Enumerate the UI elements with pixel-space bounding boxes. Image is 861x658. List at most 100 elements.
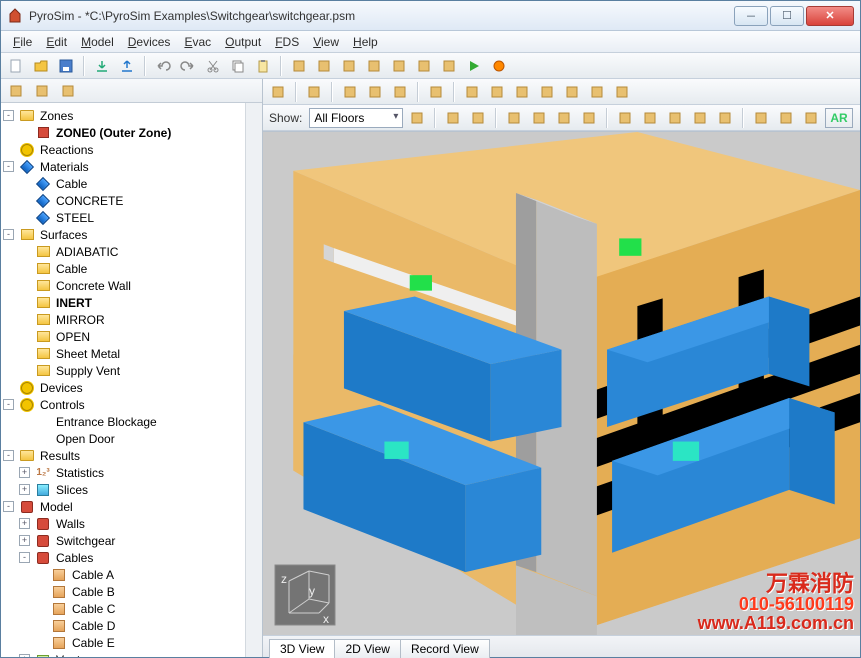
tree-node[interactable]: Cable	[3, 260, 243, 277]
render-style1-icon[interactable]	[503, 107, 525, 129]
open-icon[interactable]	[30, 55, 52, 77]
menu-devices[interactable]: Devices	[122, 33, 177, 51]
roam-icon[interactable]	[586, 81, 608, 103]
expand-toggle[interactable]: +	[19, 467, 30, 478]
expand-toggle[interactable]: +	[19, 535, 30, 546]
render-style2-icon[interactable]	[528, 107, 550, 129]
tree-node[interactable]: +1₂³Statistics	[3, 464, 243, 481]
run-fds-icon[interactable]	[463, 55, 485, 77]
tree-node[interactable]: -Materials	[3, 158, 243, 175]
menu-edit[interactable]: Edit	[40, 33, 73, 51]
solid-outline-icon[interactable]	[389, 81, 411, 103]
render-style4-icon[interactable]	[578, 107, 600, 129]
import-icon[interactable]	[91, 55, 113, 77]
redo-icon[interactable]	[177, 55, 199, 77]
add-box-icon[interactable]	[288, 55, 310, 77]
tree-node[interactable]: Devices	[3, 379, 243, 396]
render-style3-icon[interactable]	[553, 107, 575, 129]
tree-node[interactable]: -Results	[3, 447, 243, 464]
tree-node[interactable]: Cable	[3, 175, 243, 192]
undo-icon[interactable]	[152, 55, 174, 77]
collapse-toggle[interactable]: -	[3, 161, 14, 172]
axis-orientation-widget[interactable]: x y z	[273, 563, 337, 627]
toggle-vents-icon[interactable]	[664, 107, 686, 129]
solid-icon[interactable]	[364, 81, 386, 103]
minimize-button[interactable]: －	[734, 6, 768, 26]
toggle-obst-icon[interactable]	[614, 107, 636, 129]
export-icon[interactable]	[116, 55, 138, 77]
toggle-slices-icon[interactable]	[689, 107, 711, 129]
ar-toggle-button[interactable]: AR	[825, 108, 852, 128]
select-icon[interactable]	[425, 81, 447, 103]
tree-node[interactable]: OPEN	[3, 328, 243, 345]
tree-node[interactable]: +Vents	[3, 651, 243, 657]
expand-toggle[interactable]: +	[19, 654, 30, 657]
expand-toggle[interactable]: +	[19, 518, 30, 529]
tree-node[interactable]: INERT	[3, 294, 243, 311]
menu-fds[interactable]: FDS	[269, 33, 305, 51]
expand-icon[interactable]	[57, 80, 79, 102]
menu-model[interactable]: Model	[75, 33, 120, 51]
tree-node[interactable]: Concrete Wall	[3, 277, 243, 294]
walk-icon[interactable]	[486, 81, 508, 103]
tree-scrollbar[interactable]	[245, 103, 262, 657]
tree-node[interactable]: +Switchgear	[3, 532, 243, 549]
save-icon[interactable]	[55, 55, 77, 77]
toggle-floors-icon[interactable]	[406, 107, 428, 129]
zoom-window-icon[interactable]	[561, 81, 583, 103]
view-tab-record-view[interactable]: Record View	[400, 639, 490, 658]
view-tab-2d-view[interactable]: 2D View	[334, 639, 400, 658]
collapse-icon[interactable]	[31, 80, 53, 102]
tree-node[interactable]: -Cables	[3, 549, 243, 566]
tree-node[interactable]: MIRROR	[3, 311, 243, 328]
cut-icon[interactable]	[202, 55, 224, 77]
grid-icon[interactable]	[750, 107, 772, 129]
axis-labels-icon[interactable]	[775, 107, 797, 129]
tree-node[interactable]: Supply Vent	[3, 362, 243, 379]
tree-node[interactable]: CONCRETE	[3, 192, 243, 209]
collapse-toggle[interactable]: -	[3, 229, 14, 240]
floor-select[interactable]: All Floors	[309, 108, 403, 128]
toggle-devices-icon[interactable]	[714, 107, 736, 129]
menu-help[interactable]: Help	[347, 33, 384, 51]
tree-node[interactable]: Reactions	[3, 141, 243, 158]
tree-node[interactable]: Open Door	[3, 430, 243, 447]
add-vent-icon[interactable]	[363, 55, 385, 77]
tree-node[interactable]: Cable A	[3, 566, 243, 583]
tree-node[interactable]: Cable B	[3, 583, 243, 600]
pan-icon[interactable]	[511, 81, 533, 103]
zoom-icon[interactable]	[536, 81, 558, 103]
clip-icon[interactable]	[800, 107, 822, 129]
copy-icon[interactable]	[227, 55, 249, 77]
measure-icon[interactable]	[611, 81, 633, 103]
tree-node[interactable]: Cable E	[3, 634, 243, 651]
menu-view[interactable]: View	[307, 33, 345, 51]
add-mesh-icon[interactable]	[388, 55, 410, 77]
paste-icon[interactable]	[252, 55, 274, 77]
show-mesh-icon[interactable]	[442, 107, 464, 129]
menu-file[interactable]: File	[7, 33, 38, 51]
tree-node[interactable]: -Surfaces	[3, 226, 243, 243]
filter-icon[interactable]	[5, 80, 27, 102]
tree-node[interactable]: +Walls	[3, 515, 243, 532]
tree-node[interactable]: +Slices	[3, 481, 243, 498]
tree-node[interactable]: -Controls	[3, 396, 243, 413]
add-device-icon[interactable]	[413, 55, 435, 77]
tree-node[interactable]: Entrance Blockage	[3, 413, 243, 430]
collapse-toggle[interactable]: -	[3, 110, 14, 121]
collapse-toggle[interactable]: -	[3, 450, 14, 461]
tree-view[interactable]: -ZonesZONE0 (Outer Zone)Reactions-Materi…	[1, 103, 245, 657]
tree-node[interactable]: -Model	[3, 498, 243, 515]
tree-node[interactable]: Sheet Metal	[3, 345, 243, 362]
close-button[interactable]: ✕	[806, 6, 854, 26]
tree-node[interactable]: Cable D	[3, 617, 243, 634]
tree-node[interactable]: STEEL	[3, 209, 243, 226]
tree-node[interactable]: -Zones	[3, 107, 243, 124]
add-hole-icon[interactable]	[338, 55, 360, 77]
reset-view-icon[interactable]	[267, 81, 289, 103]
expand-toggle[interactable]: +	[19, 484, 30, 495]
new-file-icon[interactable]	[5, 55, 27, 77]
menu-output[interactable]: Output	[219, 33, 267, 51]
collapse-toggle[interactable]: -	[3, 399, 14, 410]
perspective-icon[interactable]	[303, 81, 325, 103]
